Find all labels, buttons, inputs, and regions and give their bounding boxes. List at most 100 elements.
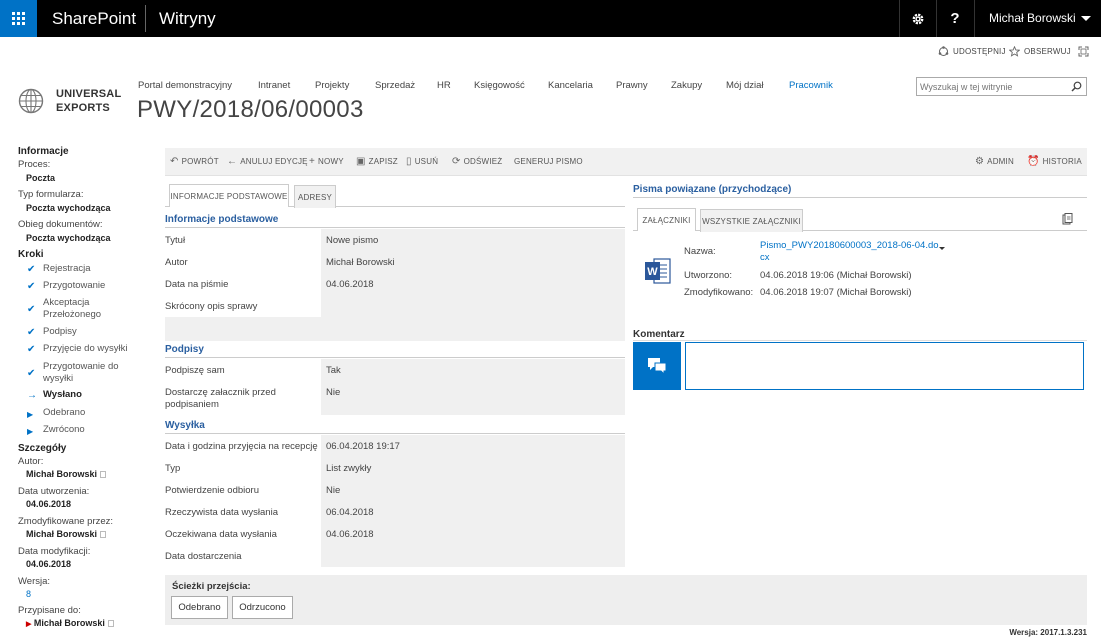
triangle-right-icon: ▶ [27,427,34,436]
generate-letter-button[interactable]: GENERUJ PISMO [514,148,583,176]
form-type-label: Typ formularza: [18,189,84,200]
logo-text[interactable]: UNIVERSAL EXPORTS [56,87,121,115]
details-header: Szczegóły [18,443,67,454]
summary-field[interactable] [165,317,625,341]
delete-button[interactable]: ▯ USUŃ [406,148,438,176]
nav-item-employee[interactable]: Pracownik [789,80,833,91]
step-item[interactable]: ▶ Odebrano [27,407,85,419]
created-value: 04.06.2018 [26,499,72,509]
attach-file-icon[interactable] [1062,213,1073,225]
modified-by-label: Zmodyfikowane przez: [18,516,114,527]
user-menu[interactable]: Michał Borowski [974,0,1101,37]
tab-all-attachments[interactable]: WSZYSTKIE ZAŁĄCZNIKI [700,209,803,232]
word-document-icon[interactable]: W [645,257,671,285]
tab-addresses[interactable]: ADRESY [294,185,336,208]
process-label: Proces: [18,159,51,170]
globe-logo-icon[interactable] [18,88,44,114]
sign-value: Tak [326,365,341,376]
delivery-date-label: Data dostarczenia [165,551,242,562]
focus-button[interactable] [1078,46,1089,57]
nav-item-sales[interactable]: Sprzedaż [375,80,415,91]
assigned-label: Przypisane do: [18,605,81,616]
step-item[interactable]: ✔ Przygotowanie do wysyłki [27,361,127,385]
cancel-edit-button[interactable]: ← ANULUJ EDYCJĘ [227,148,308,176]
received-button[interactable]: Odebrano [171,596,228,619]
triangle-right-icon: ▶ [26,621,32,628]
brand-link[interactable]: SharePoint [52,0,136,37]
tab-attachments[interactable]: ZAŁĄCZNIKI [637,208,696,231]
settings-button[interactable] [899,0,936,37]
search-input[interactable] [917,78,1067,95]
back-button[interactable]: ↶ POWRÓT [170,148,219,176]
author-value[interactable]: Michał Borowski [26,469,107,479]
arrow-right-icon: → [27,390,37,401]
created-value: 04.06.2018 19:06 (Michał Borowski) [760,270,912,281]
transitions-label: Ścieżki przejścia: [172,581,251,592]
step-label: Wysłano [43,389,82,400]
share-button[interactable]: UDOSTĘPNIJ [938,46,1006,57]
sign-label: Podpiszę sam [165,365,225,376]
follow-button[interactable]: OBSERWUJ [1009,46,1071,57]
rejected-button[interactable]: Odrzucono [232,596,293,619]
file-menu-chevron-icon[interactable] [939,247,945,250]
form-type-value: Poczta wychodząca [26,203,111,213]
presence-icon [107,620,114,628]
info-header: Informacje [18,146,69,157]
file-name-link[interactable]: Pismo_PWY20180600003_2018-06-04.do cx [760,240,939,264]
nav-item-my-department[interactable]: Mój dział [726,80,764,91]
admin-button[interactable]: ⚙ ADMIN [975,148,1014,176]
step-item[interactable]: ✔ Rejestracja [27,263,91,275]
presence-icon [100,531,107,539]
share-icon [938,46,949,56]
modified-by-value[interactable]: Michał Borowski [26,529,107,539]
reception-value: 06.04.2018 19:17 [326,441,400,452]
step-item[interactable]: ✔ Podpisy [27,326,77,338]
step-item[interactable]: ▶ Zwrócono [27,424,85,436]
alarm-clock-icon: ⏰ [1027,156,1040,167]
checkmark-icon: ✔ [27,368,36,379]
assigned-name: Michał Borowski [33,618,105,628]
help-button[interactable]: ? [936,0,973,37]
suite-divider [145,5,146,32]
app-launcher-button[interactable] [0,0,37,37]
assigned-value[interactable]: ▶ Michał Borowski [26,618,114,628]
confirm-label: Potwierdzenie odbioru [165,485,260,496]
confirm-value: Nie [326,485,341,496]
created-label: Data utworzenia: [18,486,90,497]
sites-link[interactable]: Witryny [159,0,216,37]
step-item-current[interactable]: → Wysłano [27,389,82,401]
nav-item-portal[interactable]: Portal demonstracyjny [138,80,232,91]
checkmark-icon: ✔ [27,264,36,275]
version-link[interactable]: 8 [26,589,31,599]
nav-item-hr[interactable]: HR [437,80,451,91]
section-basic-info: Informacje podstawowe [165,214,625,228]
type-label: Typ [165,463,181,474]
nav-item-office[interactable]: Kancelaria [548,80,593,91]
step-item[interactable]: ✔ Przyjęcie do wysyłki [27,343,127,355]
search-icon[interactable] [1071,81,1082,92]
refresh-button[interactable]: ⟳ ODŚWIEŻ [452,148,502,176]
modified-value: 04.06.2018 [26,559,72,569]
nav-item-projects[interactable]: Projekty [315,80,349,91]
tab-basic-info[interactable]: INFORMACJE PODSTAWOWE [169,184,289,207]
author-field-value: Michał Borowski [326,257,395,268]
save-button[interactable]: ▣ ZAPISZ [356,148,398,176]
history-button[interactable]: ⏰ HISTORIA [1027,148,1082,176]
step-item[interactable]: ✔ Przygotowanie [27,280,105,292]
toolbar: ↶ POWRÓT ← ANULUJ EDYCJĘ + NOWY ▣ ZAPISZ ▯ US… [165,148,1087,176]
comment-input[interactable] [686,343,1083,389]
svg-text:W: W [647,266,658,278]
nav-item-purchasing[interactable]: Zakupy [671,80,702,91]
nav-item-intranet[interactable]: Intranet [258,80,290,91]
expected-date-label: Oczekiwana data wysłania [165,529,277,540]
nav-item-accounting[interactable]: Księgowość [474,80,525,91]
checkmark-icon: ✔ [27,281,36,292]
new-button[interactable]: + NOWY [309,148,344,176]
step-label: Przyjęcie do wysyłki [43,343,128,354]
field-values-bg [321,435,625,567]
comment-divider [633,340,1087,341]
nav-item-legal[interactable]: Prawny [616,80,648,91]
step-label: Akceptacja Przełożonego [43,297,102,320]
step-item[interactable]: ✔ Akceptacja Przełożonego [27,297,117,321]
version-label: Wersja: [18,576,51,587]
